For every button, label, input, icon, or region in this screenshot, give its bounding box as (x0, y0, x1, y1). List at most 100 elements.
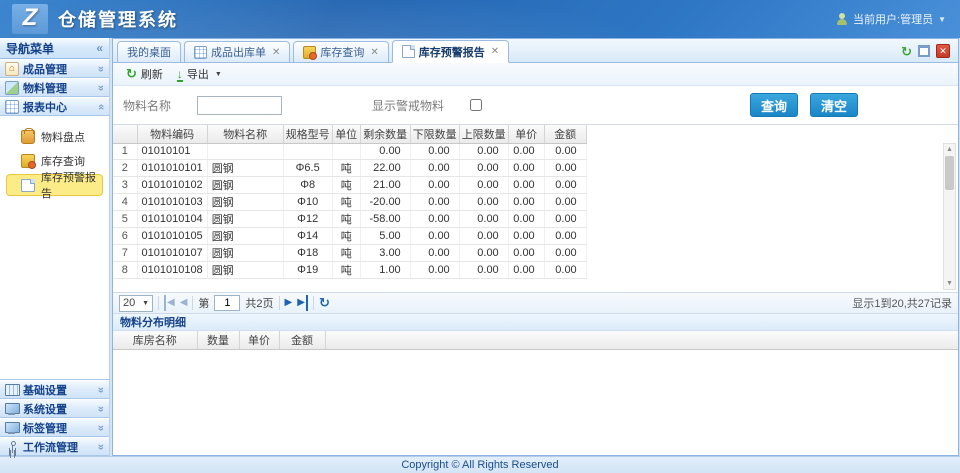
table-cell: 圆钢 (207, 159, 283, 176)
sidebar-panel-workflow[interactable]: 工作流管理 « (0, 437, 109, 456)
col-rownum[interactable] (113, 125, 137, 143)
clear-button[interactable]: 清空 (810, 93, 858, 117)
first-page-button[interactable]: ◀ (164, 295, 175, 311)
table-cell: Φ10 (283, 193, 332, 210)
table-row[interactable]: 1010101010.000.000.000.000.00 (113, 143, 586, 159)
table-row[interactable]: 30101010102圆钢Φ8吨21.000.000.000.000.00 (113, 176, 586, 193)
scroll-down-icon[interactable]: ▼ (944, 278, 955, 289)
material-distribution-table: 库房名称 数量 单价 金额 (113, 331, 958, 350)
material-name-label: 物料名称 (123, 97, 171, 114)
tab-label: 库存查询 (320, 44, 364, 60)
table-cell: 吨 (332, 193, 360, 210)
table-row[interactable]: 40101010103圆钢Φ10吨-20.000.000.000.000.00 (113, 193, 586, 210)
sidebar-panel-finished-goods[interactable]: ⌂ 成品管理 « (0, 59, 109, 78)
table-cell: Φ19 (283, 261, 332, 278)
refresh-tabs-icon[interactable]: ↻ (901, 45, 912, 58)
table-row[interactable]: 70101010107圆钢Φ18吨3.000.000.000.000.00 (113, 244, 586, 261)
table-cell: 5.00 (360, 227, 410, 244)
close-tab-icon[interactable]: ✕ (370, 47, 378, 58)
table-row[interactable]: 20101010101圆钢Φ6.5吨22.000.000.000.000.00 (113, 159, 586, 176)
tab-label: 成品出库单 (211, 44, 266, 60)
col-unit-price[interactable]: 单价 (239, 331, 279, 349)
col-spec-model[interactable]: 规格型号 (283, 125, 332, 143)
scrollbar-thumb[interactable] (945, 156, 954, 190)
tab-my-desktop[interactable]: 我的桌面 (117, 41, 181, 62)
document-icon (21, 179, 35, 192)
grid-icon (194, 46, 207, 59)
maximize-icon[interactable] (918, 45, 930, 57)
col-lower-limit[interactable]: 下限数量 (410, 125, 459, 143)
monitor-icon (5, 421, 19, 435)
sidebar-panel-materials[interactable]: 物料管理 « (0, 78, 109, 97)
sidebar-item-stock-warning-report[interactable]: 库存预警报告 (6, 174, 103, 196)
divider (192, 296, 193, 310)
col-remaining-qty[interactable]: 剩余数量 (360, 125, 410, 143)
chevron-down-icon: ▼ (938, 15, 946, 24)
app-header: Z 仓储管理系统 当前用户:管理员 ▼ (0, 0, 960, 38)
sidebar-panel-system-settings[interactable]: 系统设置 « (0, 399, 109, 418)
last-page-button[interactable]: ▶ (297, 295, 308, 311)
tab-stock-query[interactable]: 库存查询 ✕ (293, 41, 388, 62)
table-cell: Φ18 (283, 244, 332, 261)
sidebar-collapse-icon[interactable]: « (96, 41, 103, 55)
sidebar-panel-label: 工作流管理 (23, 439, 78, 455)
sidebar-item-material-count[interactable]: 物料盘点 (6, 126, 103, 148)
next-page-button[interactable]: ▶ (285, 295, 293, 311)
tab-label: 我的桌面 (127, 44, 171, 60)
tab-label: 库存预警报告 (419, 44, 485, 60)
sidebar-panel-basic-settings[interactable]: 基础设置 « (0, 380, 109, 399)
col-warehouse-name[interactable]: 库房名称 (113, 331, 197, 349)
sidebar-header-label: 导航菜单 (6, 40, 54, 57)
detail-table-body-empty (113, 350, 958, 456)
tab-stock-warning-report[interactable]: 库存预警报告 ✕ (392, 40, 509, 63)
page-size-select[interactable]: 20 ▼ (119, 295, 153, 312)
vertical-scrollbar[interactable]: ▲ ▼ (943, 143, 956, 290)
col-amount[interactable]: 金额 (279, 331, 325, 349)
col-amount[interactable]: 金额 (544, 125, 586, 143)
material-name-input[interactable] (197, 96, 282, 115)
gold-box-icon (303, 46, 316, 59)
table-row[interactable]: 80101010108圆钢Φ19吨1.000.000.000.000.00 (113, 261, 586, 278)
col-unit[interactable]: 单位 (332, 125, 360, 143)
warning-filter-label: 显示警戒物料 (372, 97, 444, 114)
sidebar-item-label: 物料盘点 (41, 129, 85, 145)
sidebar: 导航菜单 « ⌂ 成品管理 « 物料管理 « 报表中心 « (0, 38, 110, 456)
col-quantity[interactable]: 数量 (197, 331, 239, 349)
export-dropdown-icon[interactable]: ▼ (215, 71, 222, 78)
query-button[interactable]: 查询 (750, 93, 798, 117)
page-number-input[interactable] (214, 295, 240, 311)
close-tab-icon[interactable]: ✕ (272, 47, 280, 58)
scroll-up-icon[interactable]: ▲ (944, 144, 955, 155)
app-logo: Z (12, 4, 48, 34)
toolbar: ↻ 刷新 ↓ 导出 ▼ (113, 63, 958, 86)
export-button[interactable]: ↓ 导出 ▼ (172, 65, 227, 83)
current-user-menu[interactable]: 当前用户:管理员 ▼ (836, 11, 946, 27)
col-material-code[interactable]: 物料编码 (137, 125, 207, 143)
table-cell: 0.00 (410, 176, 459, 193)
col-material-name[interactable]: 物料名称 (207, 125, 283, 143)
app-title: 仓储管理系统 (58, 6, 178, 32)
table-cell: 吨 (332, 261, 360, 278)
table-row[interactable]: 60101010105圆钢Φ14吨5.000.000.000.000.00 (113, 227, 586, 244)
table-cell: 0.00 (544, 176, 586, 193)
table-cell: 0.00 (410, 244, 459, 261)
close-tab-icon[interactable]: ✕ (491, 46, 499, 57)
tab-finished-outbound[interactable]: 成品出库单 ✕ (184, 41, 290, 62)
col-upper-limit[interactable]: 上限数量 (459, 125, 508, 143)
close-panel-icon[interactable]: ✕ (936, 44, 950, 58)
sidebar-panel-label-management[interactable]: 标签管理 « (0, 418, 109, 437)
table-cell: 0101010107 (137, 244, 207, 261)
sidebar-panel-label: 标签管理 (23, 420, 67, 436)
prev-page-button[interactable]: ◀ (180, 295, 188, 311)
current-user-label: 当前用户:管理员 (853, 11, 933, 27)
export-icon: ↓ (177, 69, 183, 80)
refresh-button[interactable]: ↻ 刷新 (121, 65, 168, 83)
reload-grid-icon[interactable]: ↻ (319, 296, 330, 310)
table-cell: 0101010104 (137, 210, 207, 227)
home-icon: ⌂ (5, 62, 19, 76)
table-cell: 0.00 (544, 159, 586, 176)
col-unit-price[interactable]: 单价 (508, 125, 544, 143)
warning-filter-checkbox[interactable] (470, 99, 482, 111)
sidebar-panel-reports[interactable]: 报表中心 « (0, 97, 109, 116)
table-row[interactable]: 50101010104圆钢Φ12吨-58.000.000.000.000.00 (113, 210, 586, 227)
